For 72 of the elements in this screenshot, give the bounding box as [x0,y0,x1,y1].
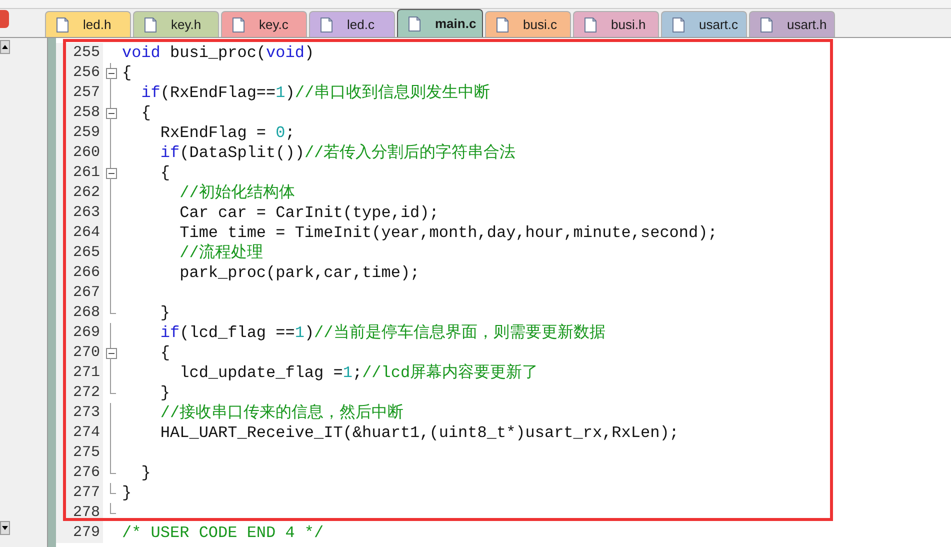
code-line: } [140,463,151,483]
line-number: 275 [72,443,100,463]
scroll-down-icon[interactable] [0,521,10,535]
code-line: lcd_update_flag =1;//lcd屏幕内容要更新了 [178,363,538,383]
code-line: void busi_proc(void) [122,43,314,63]
file-icon [56,16,69,32]
code-line: RxEndFlag = 0; [159,123,295,143]
line-number: 270 [72,343,100,363]
file-tab[interactable]: main.c [397,9,483,37]
file-tab[interactable]: usart.h [749,11,835,37]
file-tab[interactable]: key.h [133,11,219,37]
line-number: 273 [72,403,100,423]
code-line: park_proc(park,car,time); [178,263,420,283]
code-line: //流程处理 [178,243,263,263]
file-tab[interactable]: busi.h [573,11,659,37]
code-line: { [159,163,170,183]
line-number: 279 [72,523,100,543]
file-tab[interactable]: busi.c [485,11,571,37]
line-number: 268 [72,303,100,323]
line-number: 269 [72,323,100,343]
file-icon [232,16,245,32]
line-number: 262 [72,183,100,203]
code-line: { [140,103,151,123]
line-number: 260 [72,143,100,163]
code-line: //接收串口传来的信息，然后中断 [159,403,404,423]
line-number: 277 [72,483,100,503]
file-icon [672,16,685,32]
line-number: 278 [72,503,100,523]
line-number: 271 [72,363,100,383]
code-line: if(lcd_flag ==1)//当前是停车信息界面，则需要更新数据 [159,323,606,343]
code-line: Car car = CarInit(type,id); [178,203,439,223]
line-number: 257 [72,83,100,103]
line-number: 265 [72,243,100,263]
code-line: { [159,343,170,363]
file-icon [760,16,773,32]
line-number: 264 [72,223,100,243]
file-icon [496,16,509,32]
file-icon [408,16,421,32]
code-line: if(RxEndFlag==1)//串口收到信息则发生中断 [140,83,490,103]
code-line: } [159,383,170,403]
code-line: Time time = TimeInit(year,month,day,hour,minute,second); [178,223,718,243]
line-number: 256 [72,63,100,83]
line-number: 259 [72,123,100,143]
collapse-icon[interactable] [106,348,116,358]
scroll-up-icon[interactable] [0,40,10,54]
file-tab[interactable]: key.c [221,11,307,37]
collapse-icon[interactable] [106,108,116,118]
code-line: if(DataSplit())//若传入分割后的字符串合法 [159,143,516,163]
line-number: 263 [72,203,100,223]
collapse-icon[interactable] [106,68,116,78]
code-line: //初始化结构体 [178,183,295,203]
line-number: 267 [72,283,100,303]
file-icon [320,16,333,32]
line-number: 261 [72,163,100,183]
code-line: { [122,63,132,83]
line-number: 272 [72,383,100,403]
line-number: 274 [72,423,100,443]
file-tab[interactable]: usart.c [661,11,747,37]
file-tab[interactable]: led.c [309,11,395,37]
code-line: } [122,483,132,503]
file-tab[interactable]: led.h [45,11,131,37]
file-icon [584,16,597,32]
close-icon[interactable] [0,10,9,28]
line-number: 258 [72,103,100,123]
line-number: 255 [72,43,100,63]
code-line: HAL_UART_Receive_IT(&huart1,(uint8_t*)usart_rx,RxLen); [159,423,679,443]
line-number: 276 [72,463,100,483]
line-number: 266 [72,263,100,283]
collapse-icon[interactable] [106,168,116,178]
code-line: } [159,303,170,323]
code-line: /* USER CODE END 4 */ [122,523,324,543]
file-icon [144,16,157,32]
